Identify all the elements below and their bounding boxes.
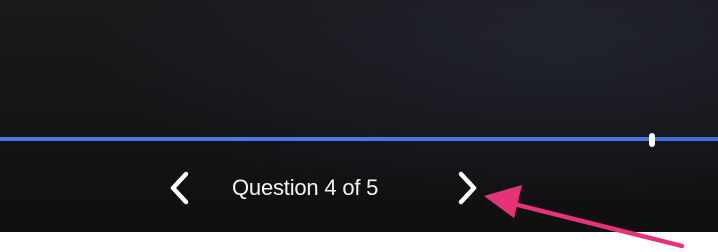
question-navigation: Question 4 of 5 [0, 160, 718, 216]
chevron-right-icon [458, 171, 477, 205]
progress-bar[interactable] [0, 137, 718, 141]
question-counter: Question 4 of 5 [232, 175, 379, 200]
video-player: Question 4 of 5 [0, 0, 718, 232]
progress-handle[interactable] [649, 133, 655, 147]
next-question-button[interactable] [451, 168, 485, 208]
chevron-left-icon [170, 171, 189, 205]
progress-fill [0, 137, 652, 141]
previous-question-button[interactable] [162, 168, 196, 208]
